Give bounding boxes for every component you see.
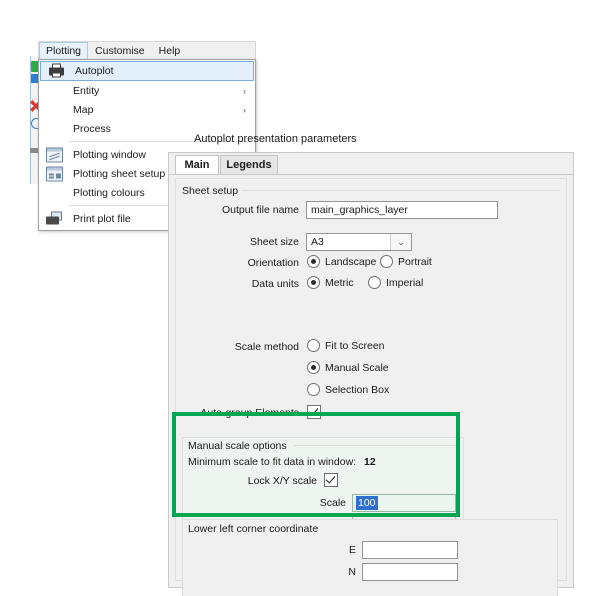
orientation-radio-landscape[interactable]: Landscape xyxy=(307,255,376,268)
tab-legends[interactable]: Legends xyxy=(220,155,278,174)
menu-item-print-plot-file-label: Print plot file xyxy=(73,212,131,225)
menu-item-plotting-window-label: Plotting window xyxy=(73,148,146,161)
sheet-icon xyxy=(46,166,63,181)
orientation-radio-portrait[interactable]: Portrait xyxy=(380,255,432,268)
scale-method-manual-scale-label: Manual Scale xyxy=(325,361,389,374)
chevron-right-icon: › xyxy=(243,104,246,115)
printer-icon xyxy=(48,63,65,79)
radio-mark-icon xyxy=(307,255,320,268)
menu-item-entity[interactable]: Entity › xyxy=(39,81,255,100)
chevron-down-icon[interactable]: ⌄ xyxy=(390,234,411,250)
minimum-scale-label: Minimum scale to fit data in window: xyxy=(188,456,357,468)
window-icon xyxy=(46,147,63,162)
data-units-radio-metric[interactable]: Metric xyxy=(307,276,354,289)
minimum-scale-value: 12 xyxy=(364,456,376,468)
radio-mark-icon xyxy=(307,361,320,374)
data-units-radio-imperial[interactable]: Imperial xyxy=(368,276,423,289)
auto-group-elements-label: Auto-group Elements xyxy=(200,407,299,419)
lower-left-corner-group-label: Lower left corner coordinate xyxy=(188,523,319,535)
sheet-size-select[interactable]: A3 ⌄ xyxy=(306,233,412,251)
sheet-setup-group-label: Sheet setup xyxy=(182,185,239,197)
radio-mark-icon xyxy=(307,276,320,289)
screenshot-root: Plotting Customise Help Autoplot Entity … xyxy=(0,0,599,596)
menu-bar-item-plotting[interactable]: Plotting xyxy=(39,41,89,61)
menu-bar-item-help[interactable]: Help xyxy=(152,43,188,60)
checkbox-mark-icon xyxy=(307,405,321,419)
main-tab-panel: Sheet setup Output file name main_graphi… xyxy=(175,178,567,596)
print-plot-icon xyxy=(46,211,63,226)
data-units-imperial-label: Imperial xyxy=(386,276,424,289)
checkbox-mark-icon xyxy=(324,473,338,487)
tab-strip: Main Legends xyxy=(169,153,573,175)
scale-method-fit-to-screen-label: Fit to Screen xyxy=(325,339,385,352)
data-units-label: Data units xyxy=(251,278,299,290)
output-file-name-label: Output file name xyxy=(221,204,299,216)
scale-method-radio-manual-scale[interactable]: Manual Scale xyxy=(307,361,389,374)
menu-item-plotting-sheet-setup-label: Plotting sheet setup xyxy=(73,167,166,180)
scale-method-label: Scale method xyxy=(234,341,299,353)
chevron-right-icon: › xyxy=(243,85,246,96)
radio-mark-icon xyxy=(307,383,320,396)
lock-xy-scale-label: Lock X/Y scale xyxy=(247,475,317,487)
northing-label: N xyxy=(348,566,356,578)
northing-input[interactable] xyxy=(362,563,458,581)
menu-item-autoplot-label: Autoplot xyxy=(75,65,114,77)
scale-method-selection-box-label: Selection Box xyxy=(325,383,390,396)
menu-item-process-label: Process xyxy=(73,122,111,135)
output-file-name-input[interactable]: main_graphics_layer xyxy=(306,201,498,219)
scale-method-radio-selection-box[interactable]: Selection Box xyxy=(307,383,389,396)
minimum-scale-row: Minimum scale to fit data in window: 12 xyxy=(188,456,376,468)
menu-item-map-label: Map xyxy=(73,103,94,116)
autoplot-presentation-parameters-dialog: Main Legends Sheet setup Output file nam… xyxy=(168,152,574,596)
menu-item-autoplot[interactable]: Autoplot xyxy=(40,61,254,81)
radio-mark-icon xyxy=(380,255,393,268)
menu-bar-item-customise[interactable]: Customise xyxy=(88,43,152,60)
radio-mark-icon xyxy=(368,276,381,289)
data-units-metric-label: Metric xyxy=(325,276,354,289)
orientation-portrait-label: Portrait xyxy=(398,255,432,268)
menu-item-entity-label: Entity xyxy=(73,84,100,97)
scale-label: Scale xyxy=(319,497,346,509)
lock-xy-scale-checkbox[interactable] xyxy=(324,473,338,487)
radio-mark-icon xyxy=(307,339,320,352)
scale-input-value: 100 xyxy=(356,496,378,510)
auto-group-elements-checkbox[interactable] xyxy=(307,405,321,419)
tab-main[interactable]: Main xyxy=(175,155,219,174)
dialog-caption: Autoplot presentation parameters xyxy=(194,133,357,145)
scale-input[interactable]: 100 xyxy=(352,494,456,512)
easting-input[interactable] xyxy=(362,541,458,559)
scale-method-radio-fit-to-screen[interactable]: Fit to Screen xyxy=(307,339,385,352)
menu-bar: Plotting Customise Help xyxy=(38,41,256,61)
manual-scale-options-group-label: Manual scale options xyxy=(188,440,287,452)
easting-label: E xyxy=(348,544,356,556)
menu-item-map[interactable]: Map › xyxy=(39,100,255,119)
menu-item-plotting-colours-label: Plotting colours xyxy=(73,186,145,199)
orientation-landscape-label: Landscape xyxy=(325,255,377,268)
orientation-label: Orientation xyxy=(247,257,299,269)
sheet-size-label: Sheet size xyxy=(249,236,299,248)
sheet-setup-group-line xyxy=(242,190,560,191)
manual-scale-options-group-line xyxy=(294,445,458,446)
